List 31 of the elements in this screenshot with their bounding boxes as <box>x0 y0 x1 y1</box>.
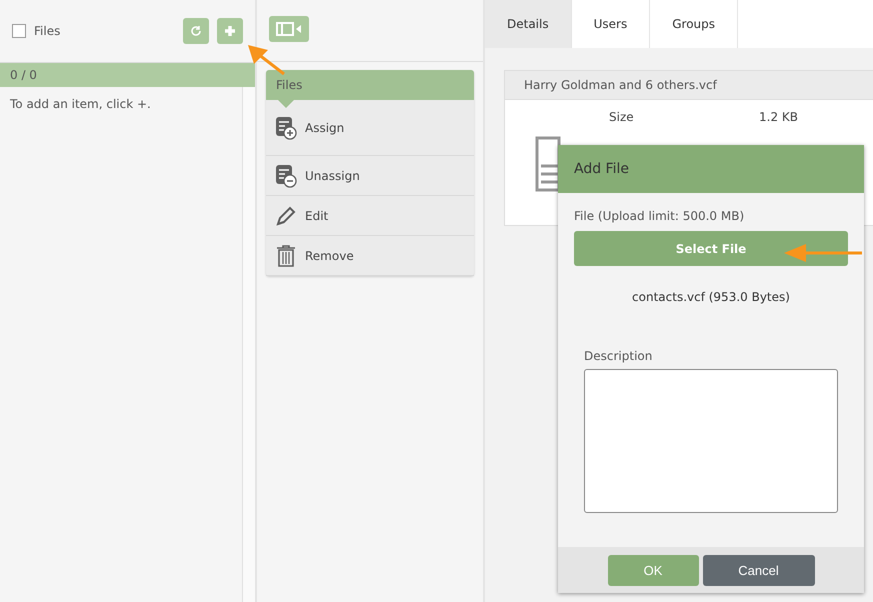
tab[interactable]: Details <box>485 0 572 48</box>
empty-message: To add an item, click +. <box>9 96 152 113</box>
description-field[interactable] <box>584 369 838 513</box>
header-pointer <box>278 100 294 108</box>
menu-item[interactable]: Assign <box>266 100 474 156</box>
dialog-title: Add File <box>558 145 864 193</box>
refresh-icon <box>190 25 202 37</box>
menu-item[interactable]: Remove <box>266 236 474 276</box>
description-label: Description <box>584 349 654 363</box>
field-label: Size <box>609 110 635 124</box>
field-value: 1.2 KB <box>759 110 798 124</box>
selected-file-name: contacts.vcf (953.0 Bytes) <box>631 290 791 304</box>
pencil-icon <box>275 204 297 226</box>
item-counter: 0 / 0 <box>0 63 255 87</box>
menu-item[interactable]: Edit <box>266 196 474 236</box>
file-label: File (Upload limit: 500.0 MB) <box>574 209 746 223</box>
cancel-button[interactable]: Cancel <box>702 554 814 586</box>
menu-item[interactable]: Unassign <box>266 156 474 196</box>
menu-header: Files <box>266 70 474 100</box>
plus-icon <box>224 25 236 37</box>
annotation-arrow <box>248 45 285 76</box>
list-minus-icon <box>275 164 297 188</box>
file-title: Harry Goldman and 6 others.vcf <box>505 71 873 100</box>
toggle-panel-button[interactable] <box>269 16 309 42</box>
trash-icon <box>275 244 297 268</box>
refresh-button[interactable] <box>183 18 209 44</box>
add-button[interactable] <box>217 18 243 44</box>
list-plus-icon <box>275 116 297 140</box>
files-label: Files <box>34 24 62 38</box>
select-all-checkbox[interactable] <box>12 24 26 38</box>
panel-toggle-icon <box>276 22 302 36</box>
